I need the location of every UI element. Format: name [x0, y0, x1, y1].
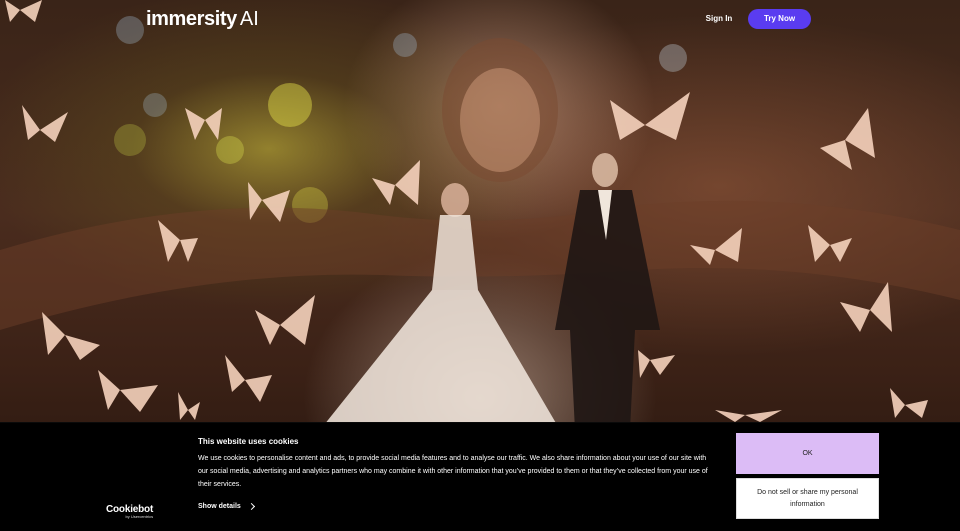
immersity-logo[interactable]: immersity AI [146, 8, 259, 31]
sign-in-button[interactable]: Sign In [695, 9, 743, 29]
try-now-button[interactable]: Try Now [748, 9, 811, 29]
cookie-banner-title: This website uses cookies [198, 437, 299, 446]
show-details-link[interactable]: Show details [198, 502, 255, 511]
do-not-sell-button[interactable]: Do not sell or share my personal informa… [736, 478, 879, 519]
chevron-right-icon [247, 502, 255, 511]
logo-wordmark: immersity [146, 8, 237, 30]
cookie-ok-button[interactable]: OK [736, 433, 879, 474]
cookie-banner-body: We use cookies to personalise content an… [198, 455, 708, 488]
show-details-label: Show details [198, 503, 241, 510]
cookiebot-logo[interactable]: Cookiebot by Usercentrics [106, 504, 153, 519]
top-navigation: immersity AI Sign In Try Now [0, 0, 960, 40]
logo-ai-suffix: AI [239, 8, 259, 30]
